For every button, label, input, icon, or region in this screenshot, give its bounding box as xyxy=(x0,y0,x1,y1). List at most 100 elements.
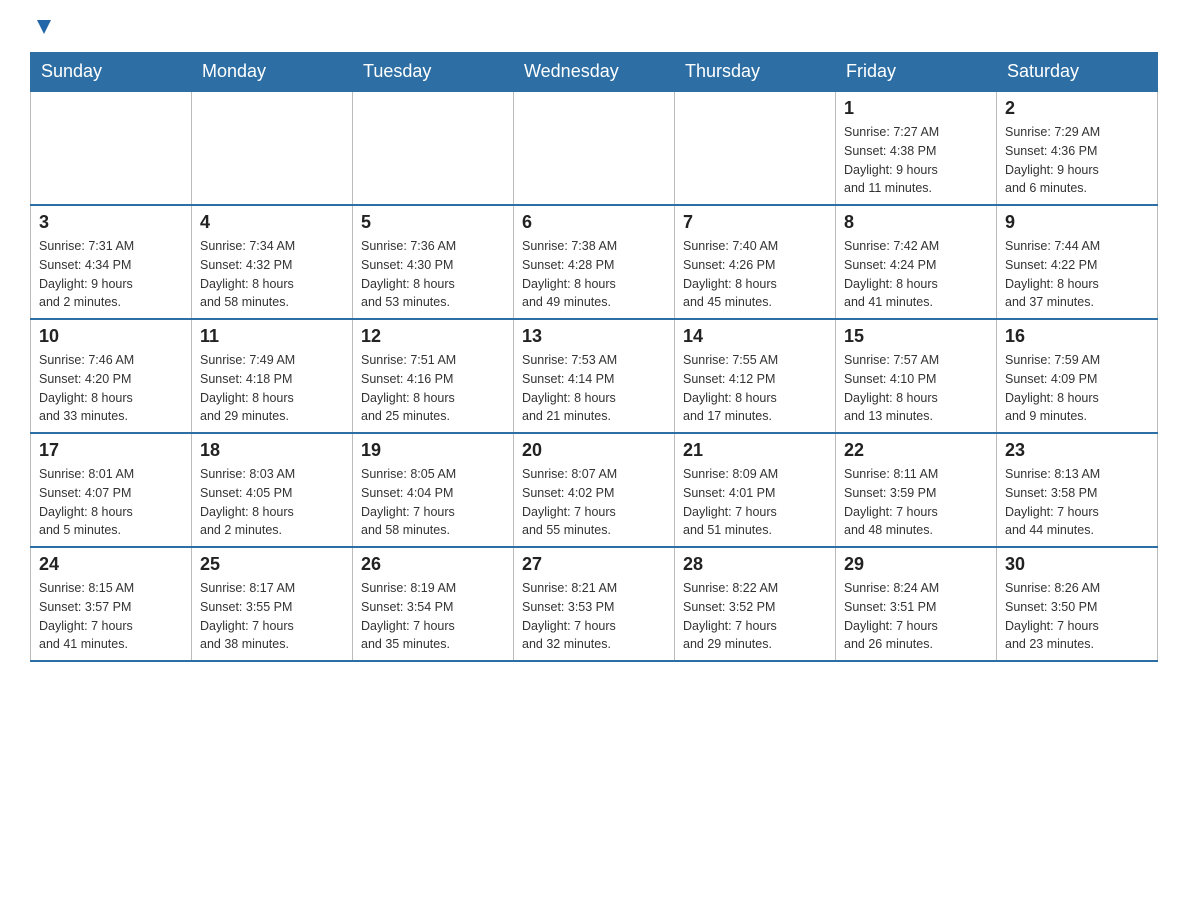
calendar-cell: 26Sunrise: 8:19 AM Sunset: 3:54 PM Dayli… xyxy=(353,547,514,661)
calendar-cell: 6Sunrise: 7:38 AM Sunset: 4:28 PM Daylig… xyxy=(514,205,675,319)
day-info: Sunrise: 7:59 AM Sunset: 4:09 PM Dayligh… xyxy=(1005,351,1149,426)
calendar-cell: 2 Sunrise: 7:29 AM Sunset: 4:36 PM Daylig… xyxy=(997,91,1158,205)
calendar-cell xyxy=(353,91,514,205)
day-info: Sunrise: 8:11 AM Sunset: 3:59 PM Dayligh… xyxy=(844,465,988,540)
day-info: Sunrise: 8:01 AM Sunset: 4:07 PM Dayligh… xyxy=(39,465,183,540)
calendar-cell: 8 Sunrise: 7:42 AM Sunset: 4:24 PM Daylig… xyxy=(836,205,997,319)
day-info: Sunrise: 8:03 AM Sunset: 4:05 PM Dayligh… xyxy=(200,465,344,540)
calendar-cell: 22 Sunrise: 8:11 AM Sunset: 3:59 PM Dayli… xyxy=(836,433,997,547)
calendar-cell: 10 Sunrise: 7:46 AM Sunset: 4:20 PM Dayli… xyxy=(31,319,192,433)
weekday-header-saturday: Saturday xyxy=(997,53,1158,92)
day-info: Sunrise: 7:29 AM Sunset: 4:36 PM Dayligh… xyxy=(1005,123,1149,198)
calendar-cell: 1 Sunrise: 7:27 AM Sunset: 4:38 PM Daylig… xyxy=(836,91,997,205)
day-info: Sunrise: 7:34 AM Sunset: 4:32 PM Dayligh… xyxy=(200,237,344,312)
weekday-header-row: SundayMondayTuesdayWednesdayThursdayFrid… xyxy=(31,53,1158,92)
calendar-cell: 25Sunrise: 8:17 AM Sunset: 3:55 PM Dayli… xyxy=(192,547,353,661)
day-info: Sunrise: 7:49 AM Sunset: 4:18 PM Dayligh… xyxy=(200,351,344,426)
calendar-cell: 5 Sunrise: 7:36 AM Sunset: 4:30 PM Daylig… xyxy=(353,205,514,319)
day-number: 13 xyxy=(522,326,666,347)
day-number: 8 xyxy=(844,212,988,233)
day-number: 15 xyxy=(844,326,988,347)
day-info: Sunrise: 7:40 AM Sunset: 4:26 PM Dayligh… xyxy=(683,237,827,312)
day-number: 21 xyxy=(683,440,827,461)
calendar-week-row: 10 Sunrise: 7:46 AM Sunset: 4:20 PM Dayli… xyxy=(31,319,1158,433)
day-info: Sunrise: 7:46 AM Sunset: 4:20 PM Dayligh… xyxy=(39,351,183,426)
day-info: Sunrise: 7:36 AM Sunset: 4:30 PM Dayligh… xyxy=(361,237,505,312)
calendar-cell xyxy=(192,91,353,205)
day-info: Sunrise: 8:24 AM Sunset: 3:51 PM Dayligh… xyxy=(844,579,988,654)
day-number: 20 xyxy=(522,440,666,461)
weekday-header-wednesday: Wednesday xyxy=(514,53,675,92)
weekday-header-thursday: Thursday xyxy=(675,53,836,92)
calendar-cell: 19Sunrise: 8:05 AM Sunset: 4:04 PM Dayli… xyxy=(353,433,514,547)
day-info: Sunrise: 8:13 AM Sunset: 3:58 PM Dayligh… xyxy=(1005,465,1149,540)
day-info: Sunrise: 7:38 AM Sunset: 4:28 PM Dayligh… xyxy=(522,237,666,312)
day-number: 18 xyxy=(200,440,344,461)
calendar-cell: 27 Sunrise: 8:21 AM Sunset: 3:53 PM Dayli… xyxy=(514,547,675,661)
calendar-cell: 11 Sunrise: 7:49 AM Sunset: 4:18 PM Dayli… xyxy=(192,319,353,433)
weekday-header-tuesday: Tuesday xyxy=(353,53,514,92)
calendar-cell: 3 Sunrise: 7:31 AM Sunset: 4:34 PM Daylig… xyxy=(31,205,192,319)
calendar-table: SundayMondayTuesdayWednesdayThursdayFrid… xyxy=(30,52,1158,662)
day-number: 28 xyxy=(683,554,827,575)
page-header xyxy=(30,20,1158,32)
calendar-cell: 7 Sunrise: 7:40 AM Sunset: 4:26 PM Daylig… xyxy=(675,205,836,319)
day-info: Sunrise: 8:09 AM Sunset: 4:01 PM Dayligh… xyxy=(683,465,827,540)
calendar-cell: 24Sunrise: 8:15 AM Sunset: 3:57 PM Dayli… xyxy=(31,547,192,661)
logo xyxy=(30,20,55,32)
calendar-cell: 16 Sunrise: 7:59 AM Sunset: 4:09 PM Dayli… xyxy=(997,319,1158,433)
day-info: Sunrise: 8:21 AM Sunset: 3:53 PM Dayligh… xyxy=(522,579,666,654)
day-number: 14 xyxy=(683,326,827,347)
calendar-cell: 9Sunrise: 7:44 AM Sunset: 4:22 PM Daylig… xyxy=(997,205,1158,319)
day-number: 30 xyxy=(1005,554,1149,575)
day-info: Sunrise: 8:05 AM Sunset: 4:04 PM Dayligh… xyxy=(361,465,505,540)
calendar-cell: 12 Sunrise: 7:51 AM Sunset: 4:16 PM Dayli… xyxy=(353,319,514,433)
day-number: 23 xyxy=(1005,440,1149,461)
day-number: 16 xyxy=(1005,326,1149,347)
day-info: Sunrise: 8:26 AM Sunset: 3:50 PM Dayligh… xyxy=(1005,579,1149,654)
calendar-cell: 23 Sunrise: 8:13 AM Sunset: 3:58 PM Dayli… xyxy=(997,433,1158,547)
day-number: 26 xyxy=(361,554,505,575)
weekday-header-friday: Friday xyxy=(836,53,997,92)
weekday-header-sunday: Sunday xyxy=(31,53,192,92)
calendar-cell xyxy=(31,91,192,205)
day-number: 5 xyxy=(361,212,505,233)
calendar-cell: 4Sunrise: 7:34 AM Sunset: 4:32 PM Daylig… xyxy=(192,205,353,319)
day-info: Sunrise: 7:51 AM Sunset: 4:16 PM Dayligh… xyxy=(361,351,505,426)
calendar-week-row: 24Sunrise: 8:15 AM Sunset: 3:57 PM Dayli… xyxy=(31,547,1158,661)
calendar-cell: 13 Sunrise: 7:53 AM Sunset: 4:14 PM Dayli… xyxy=(514,319,675,433)
day-number: 3 xyxy=(39,212,183,233)
day-number: 2 xyxy=(1005,98,1149,119)
calendar-cell: 14 Sunrise: 7:55 AM Sunset: 4:12 PM Dayli… xyxy=(675,319,836,433)
day-info: Sunrise: 8:07 AM Sunset: 4:02 PM Dayligh… xyxy=(522,465,666,540)
day-number: 22 xyxy=(844,440,988,461)
calendar-week-row: 17 Sunrise: 8:01 AM Sunset: 4:07 PM Dayli… xyxy=(31,433,1158,547)
logo-arrow-icon xyxy=(33,16,55,38)
day-info: Sunrise: 7:57 AM Sunset: 4:10 PM Dayligh… xyxy=(844,351,988,426)
day-info: Sunrise: 7:44 AM Sunset: 4:22 PM Dayligh… xyxy=(1005,237,1149,312)
calendar-cell: 28 Sunrise: 8:22 AM Sunset: 3:52 PM Dayli… xyxy=(675,547,836,661)
day-number: 10 xyxy=(39,326,183,347)
calendar-cell: 30 Sunrise: 8:26 AM Sunset: 3:50 PM Dayli… xyxy=(997,547,1158,661)
day-number: 27 xyxy=(522,554,666,575)
day-info: Sunrise: 7:42 AM Sunset: 4:24 PM Dayligh… xyxy=(844,237,988,312)
day-info: Sunrise: 8:22 AM Sunset: 3:52 PM Dayligh… xyxy=(683,579,827,654)
calendar-cell: 29 Sunrise: 8:24 AM Sunset: 3:51 PM Dayli… xyxy=(836,547,997,661)
calendar-week-row: 1 Sunrise: 7:27 AM Sunset: 4:38 PM Daylig… xyxy=(31,91,1158,205)
day-info: Sunrise: 8:15 AM Sunset: 3:57 PM Dayligh… xyxy=(39,579,183,654)
calendar-cell xyxy=(514,91,675,205)
calendar-cell: 17 Sunrise: 8:01 AM Sunset: 4:07 PM Dayli… xyxy=(31,433,192,547)
day-info: Sunrise: 7:53 AM Sunset: 4:14 PM Dayligh… xyxy=(522,351,666,426)
day-number: 12 xyxy=(361,326,505,347)
day-number: 25 xyxy=(200,554,344,575)
calendar-cell: 15 Sunrise: 7:57 AM Sunset: 4:10 PM Dayli… xyxy=(836,319,997,433)
day-number: 11 xyxy=(200,326,344,347)
day-info: Sunrise: 7:27 AM Sunset: 4:38 PM Dayligh… xyxy=(844,123,988,198)
day-number: 1 xyxy=(844,98,988,119)
weekday-header-monday: Monday xyxy=(192,53,353,92)
day-number: 17 xyxy=(39,440,183,461)
day-number: 7 xyxy=(683,212,827,233)
day-number: 29 xyxy=(844,554,988,575)
day-info: Sunrise: 7:31 AM Sunset: 4:34 PM Dayligh… xyxy=(39,237,183,312)
day-info: Sunrise: 7:55 AM Sunset: 4:12 PM Dayligh… xyxy=(683,351,827,426)
